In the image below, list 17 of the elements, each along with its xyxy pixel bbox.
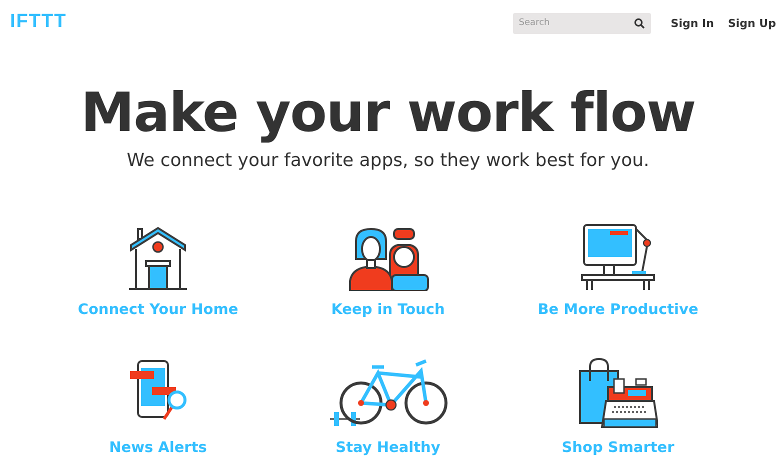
category-link[interactable]: Keep in Touch <box>331 301 445 319</box>
people-icon <box>346 225 430 291</box>
category-link[interactable]: Shop Smarter <box>562 439 674 457</box>
computer-desk-icon <box>580 223 656 291</box>
search-icon <box>634 18 645 28</box>
logo[interactable]: IFTTT <box>10 11 67 33</box>
nav-link[interactable]: Sign Up <box>728 16 776 30</box>
nav-link[interactable]: Sign In <box>670 16 714 30</box>
category-link[interactable]: Stay Healthy <box>336 439 440 457</box>
category-link[interactable]: Connect Your Home <box>78 301 238 319</box>
category-link[interactable]: News Alerts <box>109 439 207 457</box>
category-link[interactable]: Be More Productive <box>538 301 698 319</box>
search-field[interactable]: Search <box>512 12 651 34</box>
hero-subtitle: We connect your favorite apps, so they work best for you. <box>126 150 650 171</box>
shopping-register-icon <box>578 357 658 429</box>
house-icon <box>128 225 188 291</box>
hero-title: Make your work flow <box>80 82 696 144</box>
